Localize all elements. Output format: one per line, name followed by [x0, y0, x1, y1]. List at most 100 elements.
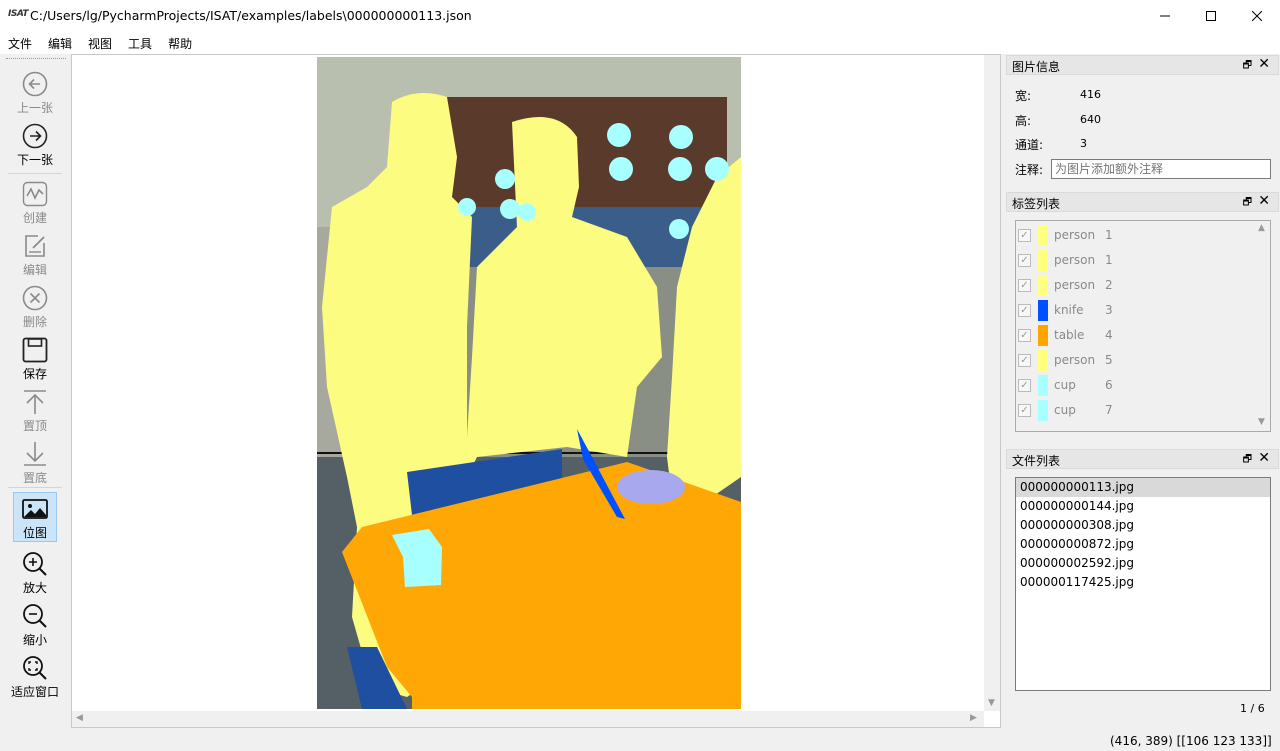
annotated-image[interactable]	[317, 57, 741, 709]
scroll-down-icon[interactable]: ▼	[988, 698, 995, 708]
height-value: 640	[1080, 113, 1101, 126]
close-icon[interactable]: ✕	[1258, 56, 1270, 72]
color-swatch	[1038, 300, 1048, 321]
label-list-dock: 标签列表 🗗 ✕ ✓ person 1 ✓ person 1 ✓ person …	[1006, 192, 1279, 442]
visibility-checkbox[interactable]: ✓	[1018, 304, 1031, 317]
menu-edit[interactable]: 编辑	[40, 31, 80, 54]
fit-window-label: 适应窗口	[11, 685, 60, 699]
label-name: person	[1054, 228, 1096, 242]
toolbar-separator	[8, 487, 62, 488]
zoom-in-icon	[21, 550, 49, 578]
scroll-left-icon[interactable]: ◀	[76, 713, 83, 723]
width-label: 宽:	[1015, 89, 1032, 103]
visibility-checkbox[interactable]: ✓	[1018, 254, 1031, 267]
status-bar-text: (416, 389) [[106 123 133]]	[1110, 734, 1272, 748]
color-swatch	[1038, 225, 1048, 246]
visibility-checkbox[interactable]: ✓	[1018, 329, 1031, 342]
label-group: 4	[1105, 328, 1113, 342]
prev-image-button[interactable]: 上一张	[13, 68, 57, 118]
list-item[interactable]: ✓ knife 3	[1016, 298, 1254, 323]
bring-to-top-button[interactable]: 置顶	[13, 386, 57, 436]
scroll-up-icon[interactable]: ▲	[1258, 223, 1265, 233]
list-item[interactable]: ✓ person 1	[1016, 248, 1254, 273]
channels-value: 3	[1080, 137, 1087, 150]
prev-label: 上一张	[16, 101, 53, 115]
minimize-button[interactable]	[1142, 0, 1188, 31]
visibility-checkbox[interactable]: ✓	[1018, 279, 1031, 292]
float-icon[interactable]: 🗗	[1243, 195, 1252, 212]
file-item[interactable]: 000000000144.jpg	[1016, 497, 1270, 516]
channels-label: 通道:	[1015, 138, 1044, 152]
menu-file[interactable]: 文件	[0, 31, 40, 54]
label-list-header: 标签列表 🗗 ✕	[1006, 192, 1279, 212]
label-name: cup	[1054, 378, 1076, 392]
file-list-dock: 文件列表 🗗 ✕ 000000000113.jpg 000000000144.j…	[1006, 449, 1279, 724]
to-bottom-label: 置底	[22, 471, 47, 485]
float-icon[interactable]: 🗗	[1243, 452, 1252, 469]
canvas-vertical-scrollbar[interactable]: ▼	[984, 55, 1000, 711]
delete-circle-icon	[21, 284, 49, 312]
file-counter: 1 / 6	[1240, 702, 1265, 715]
create-label: 创建	[22, 211, 47, 225]
file-item[interactable]: 000000000308.jpg	[1016, 516, 1270, 535]
visibility-checkbox[interactable]: ✓	[1018, 379, 1031, 392]
delete-button[interactable]: 删除	[13, 282, 57, 332]
create-button[interactable]: 创建	[13, 178, 57, 228]
list-item[interactable]: ✓ table 4	[1016, 323, 1254, 348]
label-group: 2	[1105, 278, 1113, 292]
close-icon[interactable]: ✕	[1258, 450, 1270, 466]
list-item[interactable]: ✓ person 5	[1016, 348, 1254, 373]
list-item[interactable]: ✓ person 2	[1016, 273, 1254, 298]
menu-help[interactable]: 帮助	[160, 31, 200, 54]
menu-view[interactable]: 视图	[80, 31, 120, 54]
label-list: ✓ person 1 ✓ person 1 ✓ person 2 ✓ knife…	[1015, 220, 1271, 432]
label-list-scrollbar[interactable]: ▲ ▼	[1254, 221, 1270, 431]
fit-window-button[interactable]: 适应窗口	[11, 652, 60, 702]
edit-button[interactable]: 编辑	[13, 230, 57, 280]
list-item[interactable]: ✓ cup 6	[1016, 373, 1254, 398]
zoom-out-button[interactable]: 缩小	[13, 600, 57, 650]
zoom-out-label: 缩小	[22, 633, 47, 647]
file-list-title: 文件列表	[1012, 454, 1061, 468]
toolbar-grip[interactable]	[6, 58, 66, 59]
bitmap-label: 位图	[22, 526, 47, 540]
color-swatch	[1038, 250, 1048, 271]
label-name: table	[1054, 328, 1085, 342]
file-item[interactable]: 000000002592.jpg	[1016, 554, 1270, 573]
label-name: cup	[1054, 403, 1076, 417]
list-item[interactable]: ✓ cup 7	[1016, 398, 1254, 423]
app-icon: ISAT	[8, 9, 29, 19]
zoom-in-button[interactable]: 放大	[13, 548, 57, 598]
close-icon[interactable]: ✕	[1258, 193, 1270, 209]
visibility-checkbox[interactable]: ✓	[1018, 404, 1031, 417]
file-item[interactable]: 000000117425.jpg	[1016, 573, 1270, 592]
scroll-right-icon[interactable]: ▶	[970, 713, 977, 723]
file-item[interactable]: 000000000113.jpg	[1016, 478, 1270, 497]
list-item[interactable]: ✓ person 1	[1016, 223, 1254, 248]
maximize-button[interactable]	[1188, 0, 1234, 31]
arrow-right-circle-icon	[21, 122, 49, 150]
menu-tools[interactable]: 工具	[120, 31, 160, 54]
float-icon[interactable]: 🗗	[1243, 58, 1252, 75]
file-list-header: 文件列表 🗗 ✕	[1006, 449, 1279, 469]
color-swatch	[1038, 400, 1048, 421]
color-swatch	[1038, 375, 1048, 396]
send-to-bottom-button[interactable]: 置底	[13, 438, 57, 488]
note-label: 注释:	[1015, 163, 1044, 177]
bitmap-button[interactable]: 位图	[13, 492, 57, 542]
visibility-checkbox[interactable]: ✓	[1018, 229, 1031, 242]
note-input[interactable]	[1051, 159, 1271, 179]
save-button[interactable]: 保存	[13, 334, 57, 384]
next-image-button[interactable]: 下一张	[13, 120, 57, 170]
arrow-left-circle-icon	[21, 70, 49, 98]
file-item[interactable]: 000000000872.jpg	[1016, 535, 1270, 554]
visibility-checkbox[interactable]: ✓	[1018, 354, 1031, 367]
edit-icon	[21, 232, 49, 260]
canvas-horizontal-scrollbar[interactable]: ◀ ▶	[72, 711, 984, 727]
label-group: 3	[1105, 303, 1113, 317]
menu-bar: 文件 编辑 视图 工具 帮助	[0, 31, 1280, 54]
annotation-canvas[interactable]	[71, 54, 1001, 728]
close-button[interactable]	[1234, 0, 1280, 31]
title-bar: ISAT C:/Users/lg/PycharmProjects/ISAT/ex…	[0, 0, 1280, 31]
scroll-down-icon[interactable]: ▼	[1258, 417, 1265, 427]
